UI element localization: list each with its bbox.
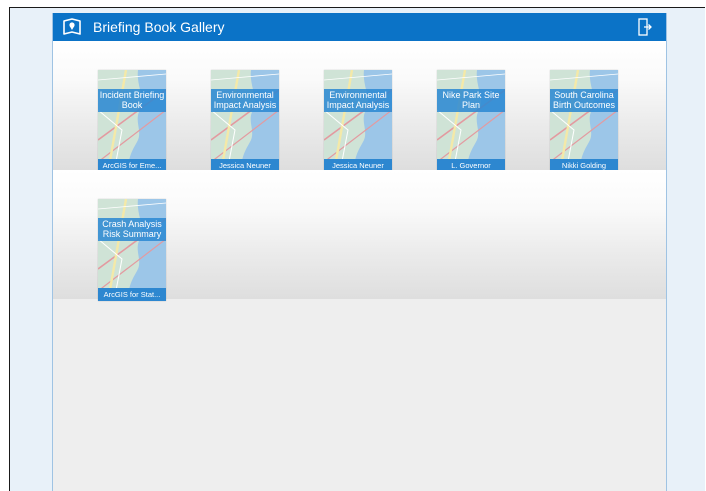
- map-thumbnail: [98, 70, 166, 172]
- card-title: Nike Park Site Plan: [437, 89, 505, 112]
- gallery-row: Incident Briefing Book ArcGIS for Eme... …: [53, 41, 666, 172]
- card-author: ArcGIS for Stat...: [98, 288, 166, 301]
- book-map-icon: [62, 17, 84, 37]
- briefing-book-card[interactable]: Crash Analysis Risk Summary ArcGIS for St…: [98, 199, 166, 301]
- map-thumbnail: [437, 70, 505, 172]
- gallery-row: Crash Analysis Risk Summary ArcGIS for St…: [53, 170, 666, 301]
- card-title: Crash Analysis Risk Summary: [98, 218, 166, 241]
- briefing-book-card[interactable]: South Carolina Birth Outcomes Nikki Goldi…: [550, 70, 618, 172]
- briefing-book-card[interactable]: Incident Briefing Book ArcGIS for Eme...: [98, 70, 166, 172]
- card-title: South Carolina Birth Outcomes: [550, 89, 618, 112]
- map-thumbnail: [98, 199, 166, 301]
- briefing-book-card[interactable]: Environmental Impact Analysis Jessica Neu…: [324, 70, 392, 172]
- map-thumbnail: [211, 70, 279, 172]
- card-title: Environmental Impact Analysis: [211, 89, 279, 112]
- app-title: Briefing Book Gallery: [93, 19, 225, 35]
- gallery-app: Briefing Book Gallery Incident Briefing …: [52, 13, 667, 491]
- map-thumbnail: [550, 70, 618, 172]
- card-title: Incident Briefing Book: [98, 89, 166, 112]
- map-thumbnail: [324, 70, 392, 172]
- briefing-book-card[interactable]: Nike Park Site Plan L. Governor: [437, 70, 505, 172]
- app-header: Briefing Book Gallery: [53, 13, 666, 41]
- briefing-book-card[interactable]: Environmental Impact Analysis Jessica Neu…: [211, 70, 279, 172]
- exit-icon[interactable]: [638, 18, 652, 36]
- card-title: Environmental Impact Analysis: [324, 89, 392, 112]
